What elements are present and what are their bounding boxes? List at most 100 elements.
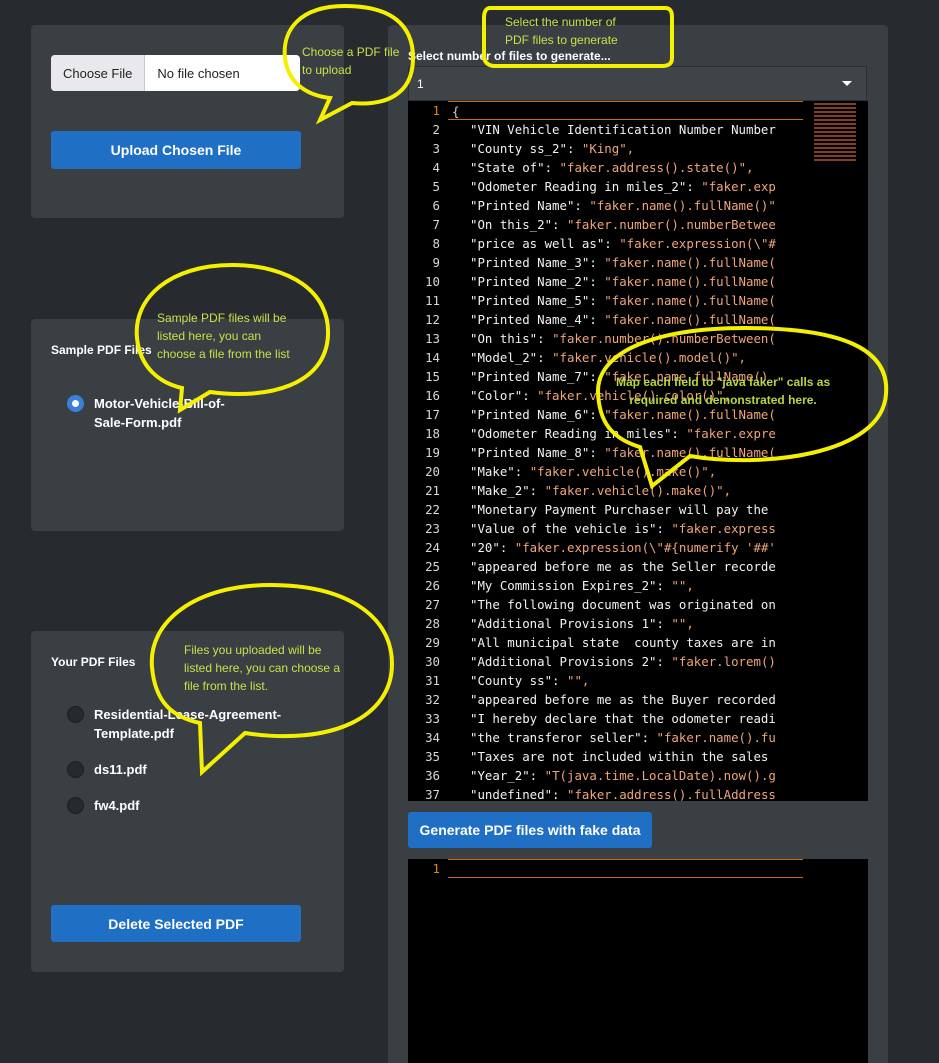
- line-number: 32: [425, 692, 440, 707]
- line-code: "VIN Vehicle Identification Number Numbe…: [448, 120, 803, 139]
- sample-file-label: Motor-Vehicle-Bill-of-Sale-Form.pdf: [94, 396, 225, 430]
- callout-yours-text: Files you uploaded will be listed here, …: [184, 643, 341, 693]
- code-value: "T(java.time.LocalDate).now().g: [544, 768, 776, 783]
- line-number: 4: [432, 160, 440, 175]
- line-number: 1: [432, 103, 440, 118]
- callout-sample-text: Sample PDF files will be listed here, yo…: [157, 311, 290, 361]
- line-number: 29: [425, 635, 440, 650]
- editor-line: 21 "Make_2": "faker.vehicle().make()",: [408, 481, 868, 500]
- file-count-select[interactable]: 1: [408, 66, 867, 101]
- radio-button[interactable]: [67, 395, 84, 412]
- mapping-code-editor[interactable]: 1{ 2 "VIN Vehicle Identification Number Nu…: [408, 101, 868, 801]
- line-code: "Make_2": "faker.vehicle().make()",: [448, 481, 803, 500]
- code-key: "All municipal state county taxes are in: [470, 635, 776, 650]
- output-code-editor[interactable]: 1: [408, 859, 868, 1063]
- line-code: "State of": "faker.address().state()",: [448, 158, 803, 177]
- code-key: "Printed Name_5":: [470, 293, 605, 308]
- line-code: "The following document was originated o…: [448, 595, 803, 614]
- editor-line: 36 "Year_2": "T(java.time.LocalDate).now(…: [408, 766, 868, 785]
- line-number: 25: [425, 559, 440, 574]
- editor-line: 32 "appeared before me as the Buyer recor…: [408, 690, 868, 709]
- code-value: "faker.vehicle().make()",: [544, 483, 732, 498]
- radio-button[interactable]: [67, 761, 84, 778]
- your-file-label: Residential-Lease-Agreement-Template.pdf: [94, 707, 282, 741]
- code-value: "faker.name().fullName()": [589, 198, 776, 213]
- line-code: "County ss": "",: [448, 671, 803, 690]
- editor-line: 31 "County ss": "",: [408, 671, 868, 690]
- editor-line: 13 "On this": "faker.number().numberBetwe…: [408, 329, 868, 348]
- editor-minimap[interactable]: [814, 103, 856, 163]
- line-number: 18: [425, 426, 440, 441]
- line-number: 5: [432, 179, 440, 194]
- upload-button[interactable]: Upload Chosen File: [51, 131, 301, 169]
- line-number: 12: [425, 312, 440, 327]
- callout-select: Select the number of PDF files to genera…: [505, 13, 618, 49]
- code-key: "the transferor seller":: [470, 730, 657, 745]
- code-key: "Make_2":: [470, 483, 545, 498]
- code-value: "faker.name().fu: [656, 730, 776, 745]
- upload-panel: Choose File No file chosen Upload Chosen…: [31, 25, 344, 218]
- code-key: "undefined":: [470, 787, 567, 801]
- code-value: "faker.address().state()",: [559, 160, 754, 175]
- line-code: "price as well as": "faker.expression(\"…: [448, 234, 803, 253]
- line-number: 35: [425, 749, 440, 764]
- line-code: "Make": "faker.vehicle().make()",: [448, 462, 803, 481]
- your-file-item[interactable]: ds11.pdf: [67, 760, 254, 779]
- editor-line: 8 "price as well as": "faker.expression(\…: [408, 234, 868, 253]
- editor-line: 29 "All municipal state county taxes are …: [408, 633, 868, 652]
- code-key: "Printed Name_7":: [470, 369, 605, 384]
- code-key: "Make":: [470, 464, 530, 479]
- sample-files-title: Sample PDF Files: [51, 343, 152, 357]
- chevron-down-icon: [842, 81, 852, 86]
- code-value: "faker.number().numberBetween(: [552, 331, 776, 346]
- code-key: "VIN Vehicle Identification Number Numbe…: [470, 122, 776, 137]
- your-file-item[interactable]: fw4.pdf: [67, 796, 254, 815]
- line-number: 27: [425, 597, 440, 612]
- sample-file-item[interactable]: Motor-Vehicle-Bill-of-Sale-Form.pdf: [67, 394, 254, 432]
- line-code: "All municipal state county taxes are in: [448, 633, 803, 652]
- code-key: "Printed Name_3":: [470, 255, 605, 270]
- line-code: "Odometer Reading in miles_2": "faker.ex…: [448, 177, 803, 196]
- code-key: "The following document was originated o…: [470, 597, 776, 612]
- callout-map: Map each field to "java faker" calls as …: [616, 373, 830, 409]
- code-value: "faker.expression(\"#{numerify '##': [514, 540, 776, 555]
- line-code: "Model_2": "faker.vehicle().model()",: [448, 348, 803, 367]
- delete-selected-button[interactable]: Delete Selected PDF: [51, 905, 301, 942]
- line-number: 24: [425, 540, 440, 555]
- code-key: "Odometer Reading in miles":: [470, 426, 687, 441]
- code-key: "price as well as":: [470, 236, 620, 251]
- line-number: 1: [432, 861, 440, 876]
- code-key: "Year_2":: [470, 768, 545, 783]
- code-key: "Odometer Reading in miles_2":: [470, 179, 702, 194]
- radio-button[interactable]: [67, 706, 84, 723]
- line-code: "On this_2": "faker.number().numberBetwe…: [448, 215, 803, 234]
- code-value: "faker.name().fullName(: [604, 407, 776, 422]
- editor-line: 1{: [408, 101, 868, 120]
- choose-file-button[interactable]: Choose File: [51, 55, 146, 91]
- code-key: "Printed Name_6":: [470, 407, 605, 422]
- editor-line: 37 "undefined": "faker.address().fullAddr…: [408, 785, 868, 801]
- code-value: "faker.vehicle().make()",: [529, 464, 717, 479]
- editor-line: 18 "Odometer Reading in miles": "faker.ex…: [408, 424, 868, 443]
- editor-line: 22 "Monetary Payment Purchaser will pay t…: [408, 500, 868, 519]
- generate-button[interactable]: Generate PDF files with fake data: [408, 812, 652, 848]
- line-number: 34: [425, 730, 440, 745]
- line-code: "On this": "faker.number().numberBetween…: [448, 329, 803, 348]
- line-number: 28: [425, 616, 440, 631]
- line-code: "Additional Provisions 1": "",: [448, 614, 803, 633]
- your-file-item[interactable]: Residential-Lease-Agreement-Template.pdf: [67, 705, 284, 743]
- file-input[interactable]: Choose File No file chosen: [51, 55, 300, 91]
- radio-button[interactable]: [67, 797, 84, 814]
- line-code: [448, 859, 803, 878]
- code-key: "County ss":: [470, 673, 567, 688]
- code-key: "Printed Name":: [470, 198, 590, 213]
- code-value: "faker.address().fullAddress: [566, 787, 776, 801]
- your-file-label: ds11.pdf: [94, 762, 147, 777]
- line-code: "My Commission Expires_2": "",: [448, 576, 803, 595]
- editor-line: 12 "Printed Name_4": "faker.name().fullNa…: [408, 310, 868, 329]
- file-status: No file chosen: [157, 65, 240, 81]
- line-number: 14: [425, 350, 440, 365]
- line-number: 31: [425, 673, 440, 688]
- line-number: 17: [425, 407, 440, 422]
- line-number: 2: [432, 122, 440, 137]
